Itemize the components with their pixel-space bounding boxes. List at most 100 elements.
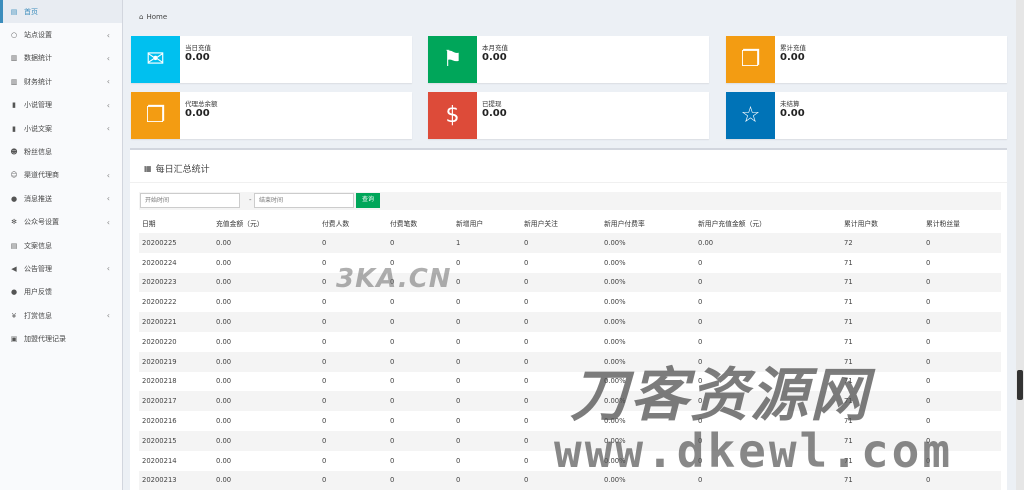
sidebar-item[interactable]: ▣ 加盟代理记录 (0, 327, 122, 350)
chevron-left-icon: ‹ (106, 30, 110, 40)
table-cell: 0.00% (601, 430, 695, 451)
sidebar-item-label: 文案信息 (24, 241, 52, 250)
table-cell: 0.00 (213, 331, 319, 352)
table-cell: 0 (521, 233, 601, 253)
table-cell: 0 (453, 470, 521, 490)
table-cell: 0 (453, 371, 521, 392)
sidebar-item[interactable]: ✻ 公众号设置 ‹ (0, 211, 122, 234)
sidebar-item[interactable]: ▮ 小说文案 ‹ (0, 117, 122, 140)
info-box: $ 已提现 0.00 (428, 92, 709, 139)
table-cell: 0 (521, 391, 601, 412)
table-cell: 0 (319, 252, 387, 273)
table-cell: 71 (841, 292, 923, 313)
sidebar-item[interactable]: ▮ 小说管理 ‹ (0, 94, 122, 117)
table-cell: 0 (923, 470, 1001, 490)
comment-icon: ● (10, 288, 18, 297)
book-icon: ▮ (12, 124, 16, 133)
info-box-label: 已提现 (482, 100, 502, 108)
table-cell: 0.00 (213, 411, 319, 431)
sidebar-item[interactable]: ▤ 文案信息 (0, 234, 122, 257)
info-box: ☆ 未结算 0.00 (726, 92, 1007, 139)
sidebar-item[interactable]: ● 用户反馈 (0, 281, 122, 304)
info-box: ❐ 代理总余额 0.00 (131, 92, 412, 139)
table-cell: 0 (521, 470, 601, 490)
table-cell: 0.00 (213, 272, 319, 293)
sidebar-item[interactable]: ☺ 渠道代理商 ‹ (0, 164, 122, 187)
table-cell: 71 (841, 351, 923, 372)
table-cell: 20200216 (139, 411, 213, 431)
table-cell: 0 (695, 430, 841, 451)
column-header: 付费笔数 (387, 213, 453, 233)
sidebar-item[interactable]: ○ 站点设置 ‹ (0, 23, 122, 46)
column-header: 新增用户 (453, 213, 521, 233)
id-card-icon: ▣ (10, 335, 18, 344)
sidebar-item[interactable]: ◀ 公告管理 ‹ (0, 257, 122, 280)
table-cell: 0 (923, 292, 1001, 313)
table-cell: 20200223 (139, 272, 213, 293)
chevron-left-icon: ‹ (106, 170, 110, 180)
home-icon: ⌂ (139, 13, 144, 21)
table-cell: 20200222 (139, 292, 213, 313)
breadcrumb: ⌂ Home (139, 13, 167, 21)
scrollbar[interactable] (1016, 0, 1024, 490)
table-cell: 0 (695, 411, 841, 431)
breadcrumb-home[interactable]: Home (146, 13, 167, 21)
table-row: 20200216 0.00 0 0 0 0 0.00% 0 71 0 (139, 411, 1001, 431)
chevron-left-icon: ‹ (106, 53, 110, 63)
info-box-value: 0.00 (185, 108, 210, 119)
table-cell: 20200217 (139, 391, 213, 412)
table-row: 20200224 0.00 0 0 0 0 0.00% 0 71 0 (139, 252, 1001, 273)
table-cell: 20200221 (139, 312, 213, 332)
table-cell: 0.00% (601, 371, 695, 392)
sidebar-item-label: 消息推送 (24, 194, 52, 203)
book-icon: ▮ (12, 101, 16, 110)
table-cell: 0 (387, 292, 453, 313)
column-header: 新用户充值金额（元） (695, 213, 841, 233)
table-cell: 0.00% (601, 470, 695, 490)
date-separator: - (249, 196, 252, 204)
sidebar-item[interactable]: ¥ 打赏信息 ‹ (0, 304, 122, 327)
end-date-input[interactable] (254, 193, 354, 208)
dashboard-icon: ▤ (10, 7, 18, 16)
table-cell: 0 (319, 292, 387, 313)
table-cell: 71 (841, 430, 923, 451)
start-date-input[interactable] (140, 193, 240, 208)
table-cell: 0 (387, 430, 453, 451)
panel-title-text: 每日汇总统计 (155, 165, 210, 175)
table-cell: 0 (387, 351, 453, 372)
table-cell: 20200219 (139, 351, 213, 372)
sidebar-item[interactable]: ▥ 数据统计 ‹ (0, 47, 122, 70)
info-box: ⚑ 本月充值 0.00 (428, 36, 709, 83)
query-button[interactable]: 查询 (356, 193, 380, 208)
sidebar-item-label: 数据统计 (24, 54, 52, 63)
table-cell: 0 (453, 351, 521, 372)
table-row: 20200223 0.00 0 0 0 0 0.00% 0 71 0 (139, 272, 1001, 293)
sidebar-item[interactable]: ▤ 首页 (0, 0, 122, 24)
table-cell: 0 (923, 450, 1001, 471)
yen-icon: ¥ (11, 311, 17, 320)
users-icon: ☻ (10, 148, 18, 157)
table-cell: 0.00 (213, 252, 319, 273)
scrollbar-thumb[interactable] (1017, 370, 1023, 400)
table-cell: 0 (319, 411, 387, 431)
table-cell: 0.00% (601, 252, 695, 273)
table-cell: 0.00% (601, 292, 695, 313)
info-box-label: 代理总余额 (185, 100, 218, 108)
table-cell: 0 (319, 233, 387, 253)
copy-icon: ❐ (131, 92, 180, 139)
table-cell: 0 (319, 470, 387, 490)
info-box: ✉ 当日充值 0.00 (131, 36, 412, 83)
sidebar-item[interactable]: ● 消息推送 ‹ (0, 187, 122, 210)
table-cell: 71 (841, 411, 923, 431)
sidebar-item[interactable]: ▥ 财务统计 ‹ (0, 70, 122, 93)
chevron-left-icon: ‹ (106, 311, 110, 321)
sidebar-item[interactable]: ☻ 粉丝信息 (0, 140, 122, 163)
sidebar-item-label: 财务统计 (24, 77, 52, 86)
table-cell: 0 (923, 272, 1001, 293)
sidebar-item-label: 站点设置 (24, 31, 52, 40)
user-plus-icon: ☺ (10, 171, 18, 180)
table-cell: 0 (923, 331, 1001, 352)
table-cell: 0 (319, 351, 387, 372)
table-cell: 0 (695, 272, 841, 293)
table-cell: 20200213 (139, 470, 213, 490)
